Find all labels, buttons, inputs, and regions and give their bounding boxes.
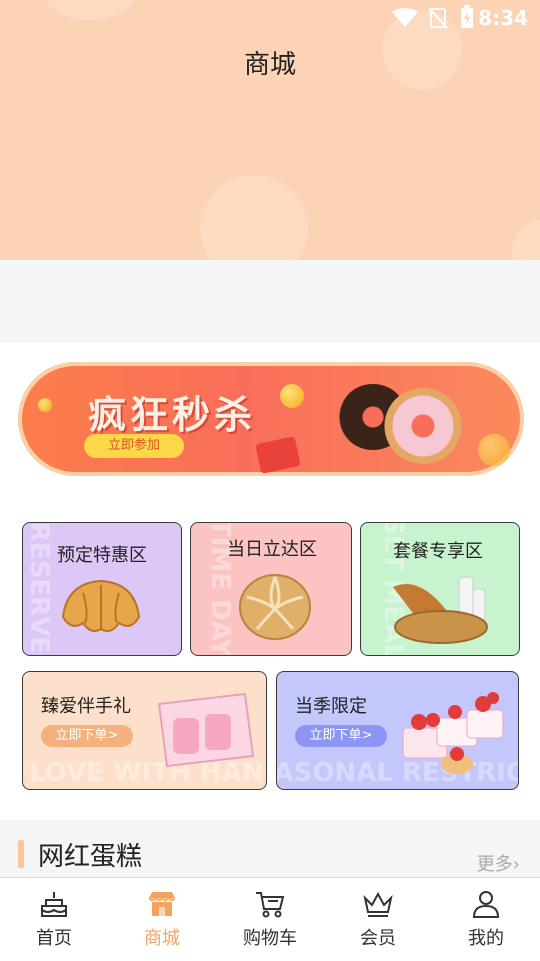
bread-roll-image (239, 574, 311, 640)
shop-icon (148, 892, 176, 916)
bread-basket-image (393, 576, 488, 644)
more-label: 更多 (476, 854, 513, 875)
tile-label: 臻爱伴手礼 (41, 696, 131, 717)
decor-bubble (512, 220, 540, 260)
bottom-nav: 首页 商城 购物车 会员 我的 (0, 877, 540, 961)
nav-label: 我的 (468, 928, 504, 949)
nav-label: 商城 (144, 928, 180, 949)
croissant-image (61, 579, 141, 632)
tile-label: 预定特惠区 (57, 545, 147, 566)
wifi-icon (392, 8, 418, 27)
tile-set-meal[interactable]: SET MEAL 套餐专享区 (360, 522, 520, 656)
join-now-button[interactable]: 立即参加 (84, 434, 184, 458)
gift-box-image (157, 692, 255, 768)
coin-decoration (38, 398, 52, 412)
decor-bubble (200, 175, 308, 260)
battery-charging-icon (461, 5, 473, 28)
cart-icon (256, 892, 285, 918)
header-banner (0, 0, 540, 260)
pink-donut-image (384, 388, 462, 464)
tile-gift[interactable]: LOVE WITH HAND 臻爱伴手礼 立即下单> (22, 671, 267, 790)
cake-icon (41, 892, 67, 917)
coin-decoration (280, 384, 304, 408)
tile-seasonal[interactable]: SEASONAL RESTRICT 当季限定 立即下单> (276, 671, 519, 790)
coin-decoration (478, 434, 510, 466)
tile-same-day[interactable]: TIME DAY 当日立达区 (190, 522, 352, 656)
tile-label: 套餐专享区 (393, 541, 483, 562)
nav-label: 首页 (36, 928, 72, 949)
status-bar: 8:34 (0, 0, 540, 36)
no-signal-icon (428, 7, 448, 29)
crown-icon (363, 891, 393, 917)
tile-label: 当日立达区 (227, 539, 317, 560)
nav-label: 会员 (360, 928, 396, 949)
red-envelope-decoration (255, 436, 301, 474)
nav-cart[interactable]: 购物车 (216, 878, 324, 961)
status-time: 8:34 (478, 6, 528, 30)
more-link[interactable]: 更多› (477, 850, 520, 876)
order-now-button[interactable]: 立即下单> (295, 725, 387, 747)
nav-home[interactable]: 首页 (0, 878, 108, 961)
page-title: 商城 (243, 50, 296, 80)
strawberry-cakes-image (402, 692, 504, 774)
tile-reserve-discount[interactable]: RESERVE 预定特惠区 (22, 522, 182, 656)
nav-mine[interactable]: 我的 (432, 878, 540, 961)
chevron-right-icon: › (512, 854, 520, 875)
tile-ghost-text: RESERVE (24, 522, 55, 655)
flash-sale-title: 疯狂秒杀 (88, 393, 257, 437)
nav-member[interactable]: 会员 (324, 878, 432, 961)
nav-label: 购物车 (243, 928, 297, 949)
flash-sale-banner[interactable]: 疯狂秒杀 立即参加 (18, 362, 524, 476)
nav-shop[interactable]: 商城 (108, 878, 216, 961)
section-accent-bar (18, 840, 24, 868)
user-icon (472, 891, 500, 918)
tile-label: 当季限定 (295, 696, 367, 717)
order-now-button[interactable]: 立即下单> (41, 725, 133, 747)
section-title: 网红蛋糕 (38, 842, 143, 872)
